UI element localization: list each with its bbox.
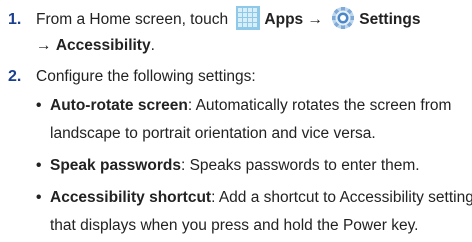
settings-gear-icon [331, 6, 355, 30]
apps-label: Apps [264, 11, 304, 29]
bullet-text-cont: that displays when you press and hold th… [50, 217, 419, 234]
step-1-line-2: → Accessibility. [36, 36, 155, 56]
bullet-accessibility-shortcut-cont: that displays when you press and hold th… [50, 216, 418, 236]
bullet-text-cont: landscape to portrait orientation and vi… [50, 125, 376, 142]
bullet-auto-rotate-cont: landscape to portrait orientation and vi… [50, 124, 376, 144]
bullet-marker: • [36, 189, 42, 206]
step-1-prefix: From a Home screen, touch [36, 11, 229, 29]
arrow-1: → [307, 11, 323, 29]
bullet-title: Speak passwords [50, 157, 181, 174]
bullet-text: : Automatically rotates the screen from [187, 97, 452, 114]
bullet-marker: • [36, 157, 42, 174]
apps-grid-icon [236, 6, 261, 30]
bullet-marker: • [36, 97, 42, 114]
bullet-auto-rotate: • Auto-rotate screen: Automatically rotat… [36, 96, 451, 116]
settings-label: Settings [359, 11, 421, 29]
step-2-number: 2. [8, 68, 22, 85]
step-2-text: Configure the following settings: [36, 68, 256, 85]
accessibility-label: Accessibility [55, 37, 151, 54]
bullet-speak-passwords: • Speak passwords: Speaks passwords to en… [36, 156, 420, 176]
step-2-line: 2. Configure the following settings: [8, 67, 256, 87]
step-1-period: . [150, 37, 155, 54]
bullet-accessibility-shortcut: • Accessibility shortcut: Add a shortcut … [36, 188, 472, 208]
bullet-text: : Add a shortcut to Accessibility settin… [211, 189, 472, 206]
arrow-2: → [36, 37, 52, 54]
step-1-number: 1. [8, 11, 22, 29]
bullet-text: : Speaks passwords to enter them. [180, 157, 420, 174]
step-1-line-1: 1. From a Home screen, touch Apps → Sett… [8, 6, 421, 32]
bullet-title: Accessibility shortcut [50, 189, 212, 206]
bullet-title: Auto-rotate screen [50, 97, 188, 114]
